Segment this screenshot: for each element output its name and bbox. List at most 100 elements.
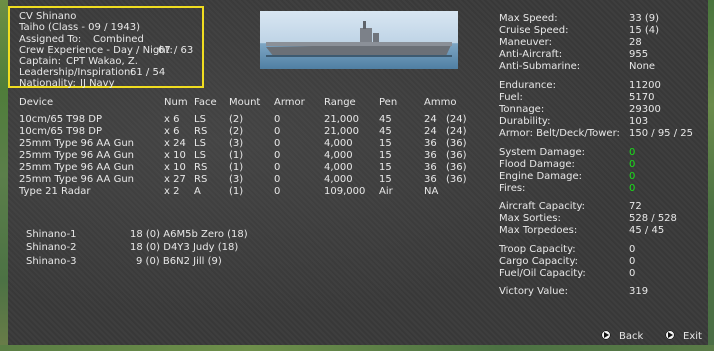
device-range: 109,000 xyxy=(324,186,366,197)
system-damage-value: 0 xyxy=(629,147,636,158)
air-group-info[interactable]: 9 (0) B6N2 Jill (9) xyxy=(136,256,222,267)
max-sorties-value: 528 / 528 xyxy=(629,213,677,224)
max-speed-label: Max Speed: xyxy=(499,13,558,24)
device-pen: 15 xyxy=(379,162,392,173)
cruise-speed-value: 15 (4) xyxy=(629,25,660,36)
armor-value: 150 / 95 / 25 xyxy=(629,128,693,139)
back-label[interactable]: Back xyxy=(619,331,643,342)
fuel-value: 5170 xyxy=(629,92,655,103)
device-name: 25mm Type 96 AA Gun xyxy=(19,162,134,173)
device-range: 4,000 xyxy=(324,150,353,161)
engine-damage-value: 0 xyxy=(629,171,636,182)
armor-label: Armor: Belt/Deck/Tower: xyxy=(499,128,620,139)
fuel-oil-capacity-label: Fuel/Oil Capacity: xyxy=(499,268,586,279)
troop-capacity-value: 0 xyxy=(629,244,636,255)
device-name: 25mm Type 96 AA Gun xyxy=(19,174,134,185)
arrow-right-icon[interactable] xyxy=(601,330,611,340)
device-num: x 6 xyxy=(164,114,180,125)
device-armor: 0 xyxy=(274,150,281,161)
ship-image xyxy=(260,11,458,69)
device-pen: Air xyxy=(379,186,393,197)
device-armor: 0 xyxy=(274,186,281,197)
device-range: 21,000 xyxy=(324,114,359,125)
air-group-name[interactable]: Shinano-1 xyxy=(26,229,77,240)
device-face: A xyxy=(194,186,201,197)
captain-value: CPT Wakao, Z. xyxy=(66,56,138,67)
device-mount: (3) xyxy=(229,138,244,149)
device-pen: 45 xyxy=(379,114,392,125)
fires-label: Fires: xyxy=(499,183,526,194)
col-pen: Pen xyxy=(379,97,398,108)
air-group-info[interactable]: 18 (0) D4Y3 Judy (18) xyxy=(130,242,238,253)
device-range: 4,000 xyxy=(324,174,353,185)
device-armor: 0 xyxy=(274,174,281,185)
endurance-value: 11200 xyxy=(629,80,661,91)
device-ammo-max: (36) xyxy=(446,150,467,161)
max-torpedoes-label: Max Torpedoes: xyxy=(499,225,578,236)
captain-label: Captain: xyxy=(19,56,61,67)
cargo-capacity-label: Cargo Capacity: xyxy=(499,256,579,267)
device-ammo: 36 xyxy=(424,174,437,185)
device-armor: 0 xyxy=(274,138,281,149)
exit-label[interactable]: Exit xyxy=(683,331,702,342)
device-num: x 2 xyxy=(164,186,180,197)
arrow-right-icon[interactable] xyxy=(665,330,675,340)
air-group-info[interactable]: 18 (0) A6M5b Zero (18) xyxy=(130,229,248,240)
cargo-capacity-value: 0 xyxy=(629,256,636,267)
device-ammo: 36 xyxy=(424,138,437,149)
anti-aircraft-label: Anti-Aircraft: xyxy=(499,49,563,60)
device-mount: (2) xyxy=(229,114,244,125)
aircraft-capacity-value: 72 xyxy=(629,201,642,212)
col-range: Range xyxy=(324,97,356,108)
device-mount: (1) xyxy=(229,150,244,161)
device-name: 10cm/65 T98 DP xyxy=(19,126,102,137)
device-num: x 10 xyxy=(164,150,186,161)
maneuver-label: Maneuver: xyxy=(499,37,552,48)
ship-class: Taiho (Class - 09 / 1943) xyxy=(19,22,140,33)
device-name: Type 21 Radar xyxy=(19,186,91,197)
device-pen: 15 xyxy=(379,138,392,149)
nationality-value: IJ Navy xyxy=(80,78,115,89)
device-name: 10cm/65 T98 DP xyxy=(19,114,102,125)
device-num: x 27 xyxy=(164,174,186,185)
fuel-oil-capacity-value: 0 xyxy=(629,268,636,279)
device-armor: 0 xyxy=(274,114,281,125)
troop-capacity-label: Troop Capacity: xyxy=(499,244,576,255)
col-device: Device xyxy=(19,97,54,108)
device-range: 4,000 xyxy=(324,162,353,173)
tonnage-value: 29300 xyxy=(629,104,661,115)
device-armor: 0 xyxy=(274,126,281,137)
device-num: x 10 xyxy=(164,162,186,173)
device-armor: 0 xyxy=(274,162,281,173)
device-pen: 15 xyxy=(379,150,392,161)
col-ammo: Ammo xyxy=(424,97,457,108)
carrier-silhouette-icon xyxy=(266,21,452,57)
assigned-label: Assigned To: xyxy=(19,34,82,45)
device-ammo: 36 xyxy=(424,162,437,173)
aircraft-capacity-label: Aircraft Capacity: xyxy=(499,201,586,212)
anti-aircraft-value: 955 xyxy=(629,49,649,60)
device-face: LS xyxy=(194,114,206,125)
max-torpedoes-value: 45 / 45 xyxy=(629,225,665,236)
col-mount: Mount xyxy=(229,97,261,108)
anti-submarine-label: Anti-Submarine: xyxy=(499,61,581,72)
crew-experience-label: Crew Experience - Day / Night: xyxy=(19,45,173,56)
leadership-label: Leadership/Inspiration: xyxy=(19,67,134,78)
device-ammo: 24 xyxy=(424,126,437,137)
device-face: LS xyxy=(194,150,206,161)
device-num: x 6 xyxy=(164,126,180,137)
air-group-name[interactable]: Shinano-3 xyxy=(26,256,77,267)
max-sorties-label: Max Sorties: xyxy=(499,213,561,224)
map-edge-left xyxy=(0,0,8,351)
device-pen: 15 xyxy=(379,174,392,185)
device-mount: (2) xyxy=(229,126,244,137)
device-mount: (1) xyxy=(229,162,244,173)
air-group-name[interactable]: Shinano-2 xyxy=(26,242,77,253)
map-edge-bottom xyxy=(0,345,714,351)
durability-label: Durability: xyxy=(499,116,551,127)
device-name: 25mm Type 96 AA Gun xyxy=(19,138,134,149)
device-face: RS xyxy=(194,162,208,173)
victory-value: 319 xyxy=(629,286,649,297)
durability-value: 103 xyxy=(629,116,649,127)
device-ammo-max: (24) xyxy=(446,114,467,125)
